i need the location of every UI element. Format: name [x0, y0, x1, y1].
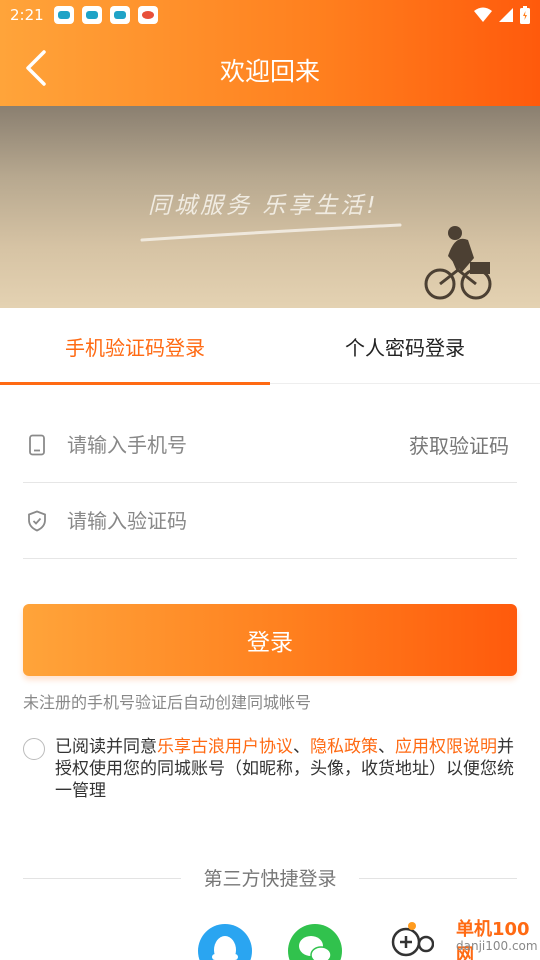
agreement-separator: 、 [293, 737, 310, 757]
login-button[interactable]: 登录 [23, 604, 517, 676]
tab-sms-login[interactable]: 手机验证码登录 [0, 308, 270, 385]
watermark-title: 单机100网 [456, 919, 530, 960]
register-hint: 未注册的手机号验证后自动创建同城帐号 [23, 693, 312, 712]
car-notification-icon [53, 6, 74, 24]
watermark-logo [391, 922, 434, 957]
signal-icon [499, 8, 513, 22]
agreement-block: 已阅读并同意乐享古浪用户协议、隐私政策、应用权限说明并授权使用您的同城账号（如昵… [23, 736, 517, 802]
phone-field: 获取验证码 [23, 407, 517, 483]
permission-info-link[interactable]: 应用权限说明 [395, 737, 497, 757]
shield-check-icon [28, 510, 46, 531]
watermark-url: danji100.com [456, 939, 538, 953]
banner-image: 同城服务 乐享生活! [0, 106, 540, 308]
heart-app-notification-icon [137, 6, 158, 24]
car-notification-icon [81, 6, 102, 24]
agreement-prefix: 已阅读并同意 [55, 737, 157, 757]
get-code-button[interactable]: 获取验证码 [409, 430, 517, 459]
wifi-icon [474, 7, 492, 22]
status-icons [474, 6, 530, 24]
qq-login-button[interactable] [198, 924, 252, 960]
tab-password-login[interactable]: 个人密码登录 [270, 308, 540, 384]
agreement-text: 已阅读并同意乐享古浪用户协议、隐私政策、应用权限说明并授权使用您的同城账号（如昵… [55, 736, 517, 802]
page-title: 欢迎回来 [219, 57, 320, 86]
wechat-icon [299, 936, 332, 960]
banner-art [140, 223, 492, 300]
wechat-login-button[interactable] [288, 924, 342, 960]
login-tabs: 手机验证码登录 个人密码登录 [0, 308, 540, 385]
site-watermark: 单机100网 danji100.com [386, 914, 540, 960]
qq-icon [212, 936, 238, 960]
status-time: 2:21 [10, 6, 44, 24]
agree-checkbox[interactable] [23, 738, 45, 760]
phone-input[interactable] [67, 432, 409, 457]
privacy-policy-link[interactable]: 隐私政策 [310, 737, 378, 757]
divider-line [359, 878, 517, 879]
phone-icon [29, 434, 45, 455]
user-agreement-link[interactable]: 乐享古浪用户协议 [157, 737, 293, 757]
battery-icon [520, 6, 530, 24]
status-bar: 2:21 [0, 0, 540, 30]
code-field [23, 483, 517, 559]
code-input[interactable] [67, 508, 517, 533]
third-party-divider: 第三方快捷登录 [23, 864, 517, 892]
car-notification-icon [109, 6, 130, 24]
agreement-separator: 、 [378, 737, 395, 757]
header-bar: 欢迎回来 [0, 30, 540, 106]
